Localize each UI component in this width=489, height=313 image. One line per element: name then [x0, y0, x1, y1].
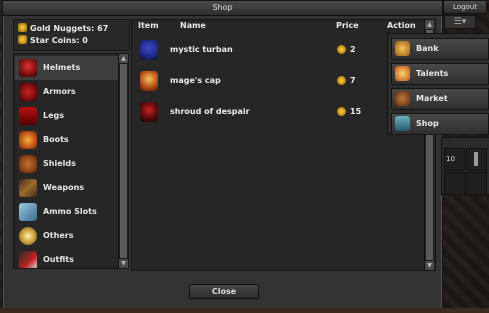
bottom-border: [0, 308, 489, 313]
logout-button[interactable]: Logout: [443, 0, 487, 14]
category-helmets[interactable]: Helmets: [15, 56, 118, 80]
shop-icon: [395, 116, 410, 131]
empty-slot[interactable]: [466, 172, 487, 195]
scroll-thumb[interactable]: [120, 64, 127, 258]
side-menu-label: Shop: [416, 119, 439, 128]
balance-panel: Gold Nuggets: 67 Star Coins: 0: [13, 19, 130, 51]
gold-coin-icon: [337, 45, 346, 54]
ammo-icon: [19, 203, 37, 221]
equipment-panel: 10: [441, 137, 489, 195]
outfit-icon: [19, 251, 37, 268]
boots-icon: [19, 131, 37, 149]
item-name: shroud of despair: [170, 107, 250, 116]
category-label: Weapons: [43, 183, 85, 192]
category-others[interactable]: Others: [15, 224, 118, 248]
item-name: mystic turban: [170, 45, 233, 54]
shield-icon: [19, 155, 37, 173]
item-price: 15: [350, 107, 362, 116]
category-label: Outfits: [43, 255, 74, 264]
category-label: Armors: [43, 87, 76, 96]
star-label: Star Coins: 0: [30, 36, 88, 45]
empty-slot[interactable]: [444, 172, 465, 195]
gold-balance: Gold Nuggets: 67: [18, 23, 108, 34]
scroll-down-arrow-icon[interactable]: ▼: [119, 259, 128, 268]
slot-count: 10: [446, 155, 455, 163]
market-icon: [395, 91, 410, 106]
side-menu-label: Bank: [416, 44, 439, 53]
header-name: Name: [180, 21, 206, 30]
category-label: Helmets: [43, 63, 81, 72]
category-weapons[interactable]: Weapons: [15, 176, 118, 200]
side-menu-label: Talents: [416, 69, 449, 78]
header-price: Price: [336, 21, 359, 30]
category-label: Shields: [43, 159, 76, 168]
close-button[interactable]: Close: [189, 284, 259, 299]
gold-nugget-icon: [18, 23, 27, 32]
scroll-up-arrow-icon[interactable]: ▲: [425, 20, 434, 29]
window-title[interactable]: Shop: [3, 1, 442, 16]
category-legs[interactable]: Legs: [15, 104, 118, 128]
item-name: mage's cap: [170, 76, 221, 85]
category-label: Ammo Slots: [43, 207, 97, 216]
legs-icon: [19, 107, 37, 125]
header-action: Action: [387, 21, 416, 30]
category-armors[interactable]: Armors: [15, 80, 118, 104]
talents-icon: [395, 66, 410, 81]
category-list: Helmets Armors Legs Boots Shields Weapon…: [13, 53, 129, 269]
turban-icon: [140, 40, 158, 60]
category-shields[interactable]: Shields: [15, 152, 118, 176]
category-label: Others: [43, 231, 74, 240]
gold-coin-icon: [337, 76, 346, 85]
armor-icon: [19, 83, 37, 101]
table-row[interactable]: mage's cap 7: [134, 69, 424, 93]
side-menu-market[interactable]: Market: [391, 88, 489, 110]
header-item: Item: [138, 21, 159, 30]
scroll-down-arrow-icon[interactable]: ▼: [425, 261, 434, 270]
tool-slot[interactable]: [466, 148, 487, 171]
item-price: 2: [350, 45, 356, 54]
category-scrollbar[interactable]: ▲ ▼: [118, 54, 128, 268]
gold-label: Gold Nuggets: 67: [30, 24, 109, 33]
category-label: Boots: [43, 135, 69, 144]
shop-window: Shop Gold Nuggets: 67 Star Coins: 0 Helm…: [2, 0, 443, 310]
table-row[interactable]: shroud of despair 15: [134, 100, 424, 124]
hamburger-icon[interactable]: ☰▾: [444, 15, 476, 29]
category-boots[interactable]: Boots: [15, 128, 118, 152]
category-ammo-slots[interactable]: Ammo Slots: [15, 200, 118, 224]
category-outfits[interactable]: Outfits: [15, 248, 118, 268]
mage-cap-icon: [140, 71, 158, 91]
weapon-icon: [19, 179, 37, 197]
item-price: 7: [350, 76, 356, 85]
side-menu: Bank Talents Market Shop: [387, 33, 489, 135]
bank-icon: [395, 41, 410, 56]
table-row[interactable]: mystic turban 2: [134, 38, 424, 62]
star-balance: Star Coins: 0: [18, 35, 88, 46]
side-menu-bank[interactable]: Bank: [391, 38, 489, 60]
side-menu-talents[interactable]: Talents: [391, 63, 489, 85]
shroud-icon: [140, 102, 158, 122]
helmet-icon: [19, 59, 37, 77]
gold-coin-icon: [337, 107, 346, 116]
others-icon: [19, 227, 37, 245]
shovel-icon: [474, 152, 478, 166]
scroll-up-arrow-icon[interactable]: ▲: [119, 54, 128, 63]
category-label: Legs: [43, 111, 65, 120]
star-coin-icon: [18, 35, 27, 44]
ammo-slot[interactable]: 10: [444, 148, 465, 171]
side-menu-label: Market: [416, 94, 448, 103]
side-menu-shop[interactable]: Shop: [391, 113, 489, 135]
